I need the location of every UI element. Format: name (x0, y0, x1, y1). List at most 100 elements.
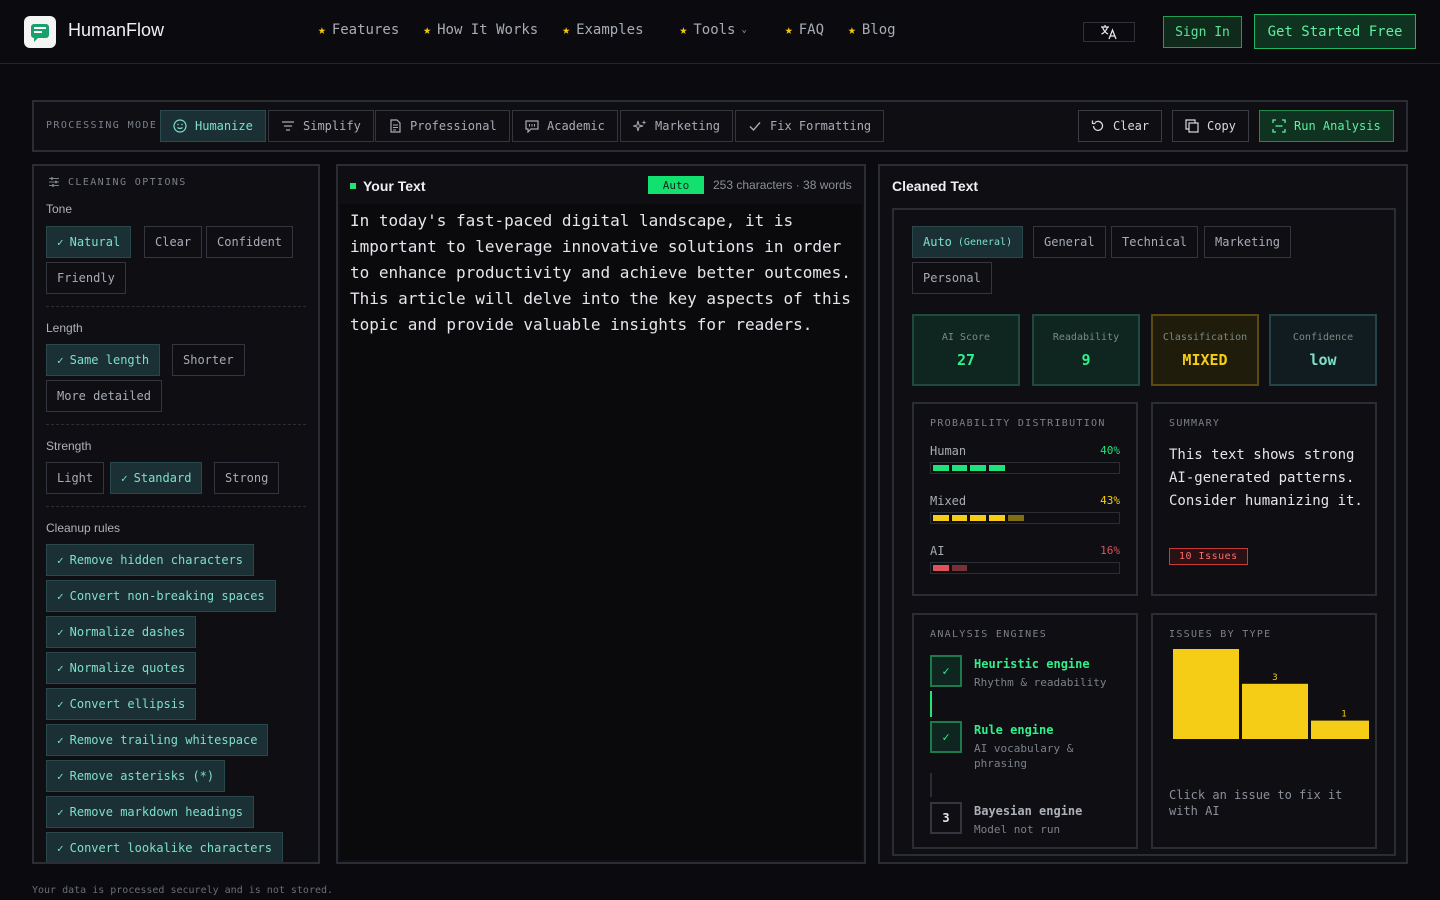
length-more-detailed-chip[interactable]: More detailed (46, 380, 162, 412)
auto-badge[interactable]: Auto (648, 176, 704, 194)
probability-bar-segment (1045, 565, 1061, 571)
mode-marketing-button[interactable]: Marketing (620, 110, 734, 142)
tab-auto[interactable]: Auto (General) (912, 226, 1024, 258)
mode-humanize-button[interactable]: Humanize (160, 110, 266, 142)
issue-bar[interactable] (1311, 720, 1369, 739)
engine-connector (930, 773, 932, 797)
rule-asterisks-chip[interactable]: ✓ Remove asterisks (*) (46, 760, 226, 792)
input-textarea[interactable]: In today's fast-paced digital landscape,… (340, 204, 862, 860)
tone-natural-chip[interactable]: ✓ Natural (46, 226, 132, 258)
reset-icon (1091, 120, 1104, 131)
probability-bar-segment (1027, 465, 1043, 471)
length-label: Length (46, 321, 83, 335)
issues-badge[interactable]: 10 Issues (1169, 548, 1248, 565)
rule-trailing-ws-chip[interactable]: ✓ Remove trailing whitespace (46, 724, 269, 756)
sign-in-button[interactable]: Sign In (1163, 16, 1242, 48)
check-icon: ✓ (57, 697, 64, 711)
rule-nbsp-chip[interactable]: ✓ Convert non-breaking spaces (46, 580, 276, 612)
rule-quotes-chip[interactable]: ✓ Normalize quotes (46, 652, 197, 684)
get-started-button[interactable]: Get Started Free (1254, 14, 1416, 49)
probability-bar-segment (1083, 465, 1099, 471)
scan-icon (1272, 119, 1286, 133)
star-icon: ★ (679, 22, 688, 38)
rule-md-headings-chip[interactable]: ✓ Remove markdown headings (46, 796, 255, 828)
input-panel: Your Text Auto 253 characters · 38 words… (336, 164, 866, 864)
check-icon (749, 122, 761, 132)
footer-note: Your data is processed securely and is n… (32, 885, 334, 896)
probability-bar-segment (1027, 515, 1043, 521)
document-icon (390, 119, 401, 133)
processing-mode-label: PROCESSING MODE (46, 120, 158, 131)
tab-personal[interactable]: Personal (912, 262, 992, 294)
tone-clear-chip[interactable]: Clear (144, 226, 203, 258)
chat-bubble-icon (525, 120, 539, 133)
probability-value: 16% (1100, 544, 1120, 557)
check-icon: ✓ (930, 721, 962, 753)
probability-bar-segment (933, 465, 949, 471)
rule-ellipsis-chip[interactable]: ✓ Convert ellipsis (46, 688, 197, 720)
nav-link-examples[interactable]: ★ Examples (562, 22, 643, 38)
nav-link-how-it-works[interactable]: ★ How It Works (423, 22, 538, 38)
probability-bar-segment (989, 465, 1005, 471)
star-icon: ★ (318, 22, 326, 38)
tone-label: Tone (46, 202, 73, 216)
tone-friendly-chip[interactable]: Friendly (46, 262, 126, 294)
strength-standard-chip[interactable]: ✓ Standard (110, 462, 203, 494)
mode-simplify-button[interactable]: Simplify (268, 110, 374, 142)
check-icon: ✓ (57, 661, 64, 675)
logo-icon[interactable] (24, 16, 56, 48)
clear-button[interactable]: Clear (1078, 110, 1163, 142)
copy-button[interactable]: Copy (1172, 110, 1249, 142)
probability-bar-segment (970, 515, 987, 521)
probability-bar (930, 462, 1120, 474)
strength-light-chip[interactable]: Light (46, 462, 105, 494)
tab-general[interactable]: General (1033, 226, 1106, 258)
probability-bar-segment (1083, 565, 1099, 571)
issue-bar[interactable] (1173, 649, 1239, 739)
check-icon: ✓ (121, 471, 128, 485)
classification-value: MIXED (1182, 350, 1228, 369)
probability-bar-segment (989, 565, 1005, 571)
engine-connector (930, 691, 932, 717)
nav-links: ★ Features ★ How It Works ★ Examples ★ Tools… (318, 22, 896, 38)
confidence-value: low (1309, 350, 1337, 369)
probability-bar-segment (1027, 565, 1043, 571)
mode-fix-formatting-button[interactable]: Fix Formatting (735, 110, 885, 142)
nav-link-tools[interactable]: ★ Tools ⌄ (680, 22, 747, 38)
top-navigation: HumanFlow ★ Features ★ How It Works ★ Examp… (0, 0, 1440, 64)
rule-lookalike-chip[interactable]: ✓ Convert lookalike characters (46, 832, 283, 862)
probability-bar-segment (951, 515, 968, 521)
nav-link-blog[interactable]: ★ Blog (848, 22, 896, 38)
probability-bar-segment (1008, 565, 1024, 571)
star-icon: ★ (423, 22, 432, 38)
classification-card: Classification MIXED (1151, 314, 1259, 386)
mode-academic-button[interactable]: Academic (512, 110, 618, 142)
brand-name[interactable]: HumanFlow (68, 20, 164, 41)
language-button[interactable] (1083, 22, 1135, 42)
issue-bar[interactable] (1242, 683, 1308, 739)
strength-strong-chip[interactable]: Strong (214, 462, 280, 494)
smile-icon (173, 119, 187, 133)
probability-row: Mixed 43% (930, 494, 1122, 524)
mode-professional-button[interactable]: Professional (375, 110, 510, 142)
rule-dashes-chip[interactable]: ✓ Normalize dashes (46, 616, 197, 648)
tab-technical[interactable]: Technical (1111, 226, 1199, 258)
tone-confident-chip[interactable]: Confident (206, 226, 294, 258)
rule-remove-hidden-chip[interactable]: ✓ Remove hidden characters (46, 544, 255, 576)
check-icon: ✓ (57, 769, 64, 783)
check-icon: ✓ (57, 553, 64, 567)
probability-label: Human (930, 444, 967, 458)
check-icon: ✓ (57, 805, 64, 819)
probability-bar (930, 562, 1120, 574)
length-same-chip[interactable]: ✓ Same length (46, 344, 161, 376)
probability-bar-segment (1101, 565, 1117, 571)
character-count: 253 characters · 38 words (713, 178, 852, 192)
run-analysis-button[interactable]: Run Analysis (1259, 110, 1394, 142)
tab-marketing[interactable]: Marketing (1204, 226, 1292, 258)
nav-link-features[interactable]: ★ Features (318, 22, 399, 38)
probability-bar-segment (951, 465, 968, 471)
length-shorter-chip[interactable]: Shorter (172, 344, 245, 376)
probability-bar-segment (1101, 465, 1117, 471)
probability-value: 43% (1100, 494, 1120, 507)
nav-link-faq[interactable]: ★ FAQ (785, 22, 824, 38)
